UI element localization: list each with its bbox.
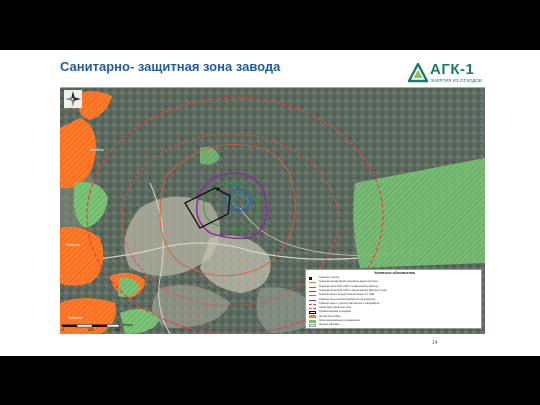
legend-swatch [309,299,316,301]
legend-label: Лесные массивы [319,323,340,327]
company-logo: АГК-1 ЭНЕРГИЯ ИЗ ОТХОДОВ [408,61,488,87]
scale-tick-label: 250 [88,328,94,332]
legend-swatch [309,290,316,292]
legend-title: Условные обозначения [374,271,415,275]
legend-swatch [309,310,316,314]
legend-item: Лесные массивы [309,323,481,327]
legend-swatch [309,303,316,305]
legend-swatch [309,295,316,297]
legend-swatch [309,286,316,288]
slide: Санитарно- защитная зона завода АГК-1 ЭН… [0,50,540,356]
scale-tick-label: 0 [62,328,64,332]
legend-swatch [309,276,316,280]
north-arrow-icon [64,90,82,108]
legend-swatch [309,308,316,310]
legend-swatch [309,282,316,284]
site-map: Посёлок Посёлок Посёлок 0 250 500 Метры … [60,88,485,334]
scale-bar: 0 250 500 Метры [62,323,133,334]
site-marker [216,187,220,191]
recycle-triangle-icon [408,63,428,83]
page-number: 14 [432,340,438,346]
slide-title: Санитарно- защитная зона завода [60,59,281,74]
place-label: Посёлок [66,243,80,247]
map-legend: Условные обозначения Граница участка Гран… [305,269,482,329]
scale-unit-label: Метры [122,323,133,327]
scale-tick-label: 500 [114,328,120,332]
place-label: Посёлок [68,316,82,320]
legend-swatch [309,323,316,327]
logo-name: АГК-1 [430,61,475,78]
legend-swatch [309,319,316,323]
legend-swatch [309,315,316,319]
logo-tagline: ЭНЕРГИЯ ИЗ ОТХОДОВ [430,78,482,83]
place-label: Посёлок [90,148,104,152]
